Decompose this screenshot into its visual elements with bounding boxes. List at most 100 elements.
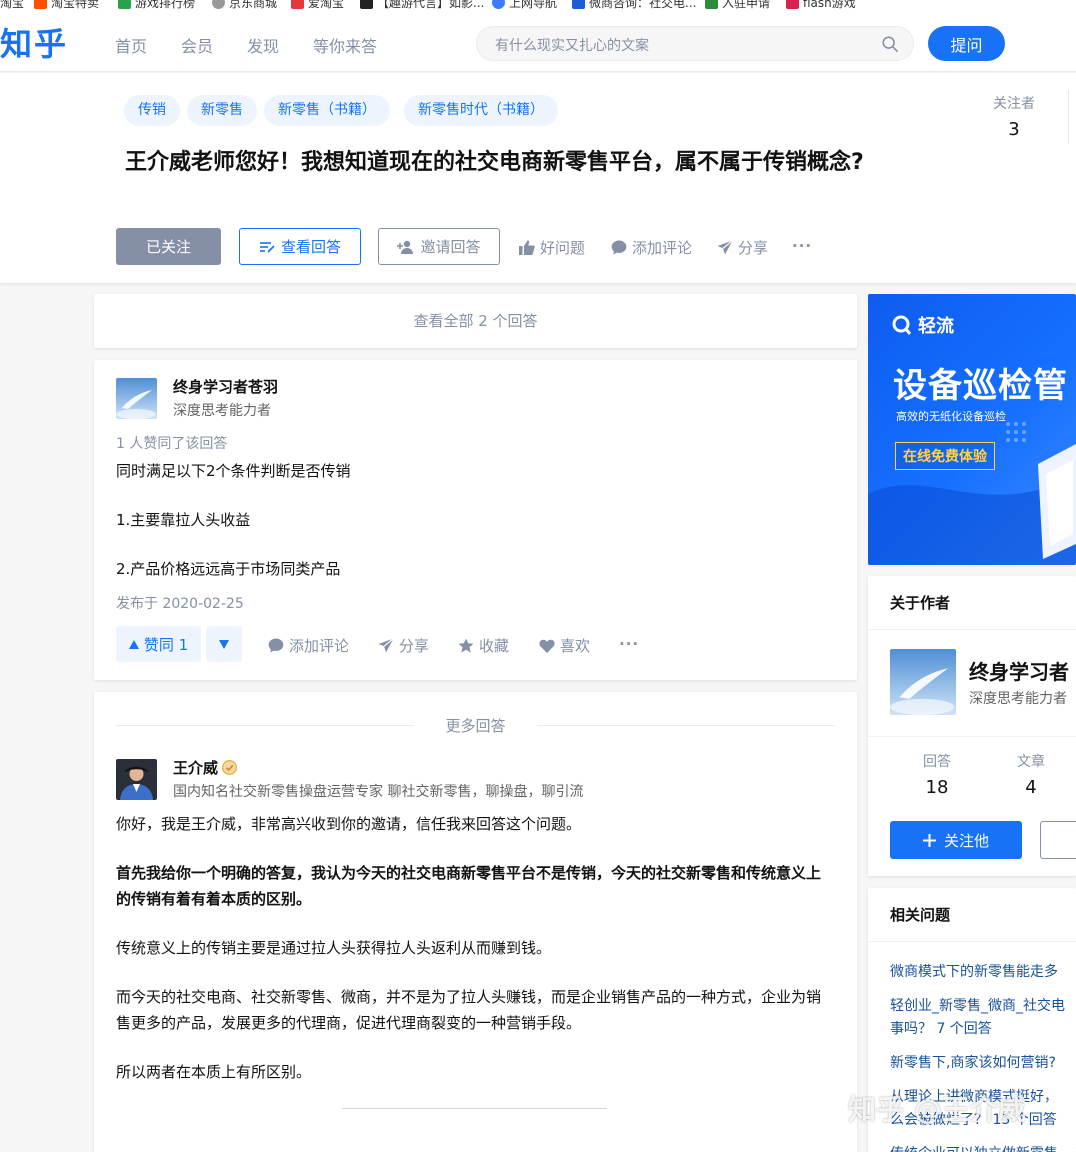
edit-list-icon	[259, 241, 275, 253]
followers-label: 关注者	[993, 96, 1035, 112]
about-author-name[interactable]: 终身学习者	[969, 656, 1069, 685]
ad-title: 设备巡检管	[893, 366, 1068, 406]
apply-icon	[705, 0, 718, 9]
articles-stat[interactable]: 文章 4	[996, 751, 1066, 798]
author-name[interactable]: 终身学习者苍羽	[173, 376, 278, 397]
nav-discover[interactable]: 发现	[247, 33, 279, 57]
divider	[868, 941, 1076, 942]
votes-note[interactable]: 1 人赞同了该回答	[116, 433, 227, 453]
divider	[342, 1108, 607, 1109]
avatar[interactable]	[116, 759, 157, 800]
message-button[interactable]	[1040, 821, 1076, 859]
share-label: 分享	[399, 637, 430, 655]
related-question-link[interactable]: 新零售下,商家该如何营销?	[890, 1052, 1056, 1075]
invite-answer-label: 邀请回答	[420, 238, 481, 256]
related-question-link[interactable]: 微商模式下的新零售能走多	[890, 961, 1058, 984]
like-label: 喜欢	[560, 637, 591, 655]
share-label: 分享	[738, 239, 769, 257]
divider	[868, 629, 1076, 630]
globe-icon	[212, 0, 225, 9]
nav-membership[interactable]: 会员	[181, 33, 213, 57]
bookmark[interactable]: 游戏排行榜	[118, 0, 195, 11]
search-placeholder: 有什么现实又扎心的文案	[495, 38, 649, 54]
answer-paragraph: 首先我给你一个明确的答复，我认为今天的社交电商新零售平台不是传销，今天的社交新零…	[116, 864, 822, 908]
bookmark[interactable]: 上网导航	[492, 0, 557, 11]
answer-paragraph: 而今天的社交电商、社交新零售、微商，并不是为了拉人头赚钱，而是企业销售产品的一种…	[116, 988, 822, 1032]
follow-author-button[interactable]: 关注他	[890, 821, 1022, 859]
author-bio: 国内知名社交新零售操盘运营专家 聊社交新零售，聊操盘，聊引流	[173, 784, 584, 800]
answer-paragraph: 传统意义上的传销主要是通过拉人头获得拉人头返利从而赚到钱。	[116, 939, 552, 957]
search-input[interactable]: 有什么现实又扎心的文案	[476, 26, 914, 61]
bookmark[interactable]: 淘宝特卖	[34, 0, 99, 11]
followed-button[interactable]: 已关注	[116, 228, 221, 265]
answer-share-button[interactable]: 分享	[378, 635, 429, 656]
answers-stat[interactable]: 回答 18	[902, 751, 972, 798]
heart-icon	[539, 639, 555, 653]
related-question-link[interactable]: 事吗？ 7 个回答	[890, 1018, 992, 1041]
articles-label: 文章	[1017, 754, 1045, 770]
collect-button[interactable]: 收藏	[458, 635, 509, 656]
topic-tag[interactable]: 传销	[124, 95, 180, 126]
share-icon	[717, 240, 733, 255]
divider	[1068, 90, 1069, 144]
bookmark[interactable]: 【趣游代言】如影...	[360, 0, 484, 11]
related-question-link[interactable]: 轻创业_新零售_微商_社交电	[890, 995, 1065, 1018]
invite-answer-button[interactable]: 邀请回答	[378, 228, 500, 265]
nav-home[interactable]: 首页	[115, 33, 147, 57]
answer-comment-button[interactable]: 添加评论	[268, 635, 349, 656]
ad-cta-button[interactable]: 在线免费体验	[895, 442, 995, 470]
question-header: 传销 新零售 新零售（书籍） 新零售时代（书籍） 王介威老师您好！我想知道现在的…	[0, 73, 1076, 283]
verified-badge-icon[interactable]	[222, 760, 238, 775]
avatar[interactable]	[890, 649, 956, 715]
bookmark-label: 微商咨询：社交电...	[589, 0, 697, 10]
bookmark-label: 淘宝	[0, 0, 25, 10]
upvote-label: 赞同 1	[143, 635, 189, 654]
aitaobao-icon	[291, 0, 304, 9]
follow-author-label: 关注他	[943, 831, 989, 850]
answer-paragraph: 1.主要靠拉人头收益	[116, 511, 251, 529]
answer-more-button[interactable]: ···	[619, 635, 639, 653]
downvote-button[interactable]	[206, 626, 242, 662]
related-question-link[interactable]: 传统企业可以独立做新零售	[890, 1143, 1058, 1152]
view-answers-button[interactable]: 查看回答	[239, 228, 361, 265]
comment-icon	[611, 240, 627, 255]
zhihu-logo[interactable]: 知乎	[0, 19, 68, 65]
more-options-button[interactable]: ···	[792, 237, 812, 255]
upvote-button[interactable]: 赞同 1	[116, 626, 201, 662]
add-comment-button[interactable]: 添加评论	[611, 237, 692, 258]
topic-tag[interactable]: 新零售	[187, 95, 257, 126]
thumbs-up-icon	[519, 240, 535, 255]
topic-tag[interactable]: 新零售时代（书籍）	[404, 95, 558, 126]
bookmark-label: 京东商城	[229, 0, 278, 10]
search-icon[interactable]	[881, 35, 899, 53]
answers-label: 回答	[923, 754, 951, 770]
bookmark[interactable]: 淘宝	[0, 0, 24, 11]
add-user-icon	[397, 240, 414, 254]
nav-waiting-answers[interactable]: 等你来答	[313, 33, 377, 57]
view-all-answers-link[interactable]: 查看全部 2 个回答	[94, 294, 857, 348]
flash-icon	[786, 0, 799, 9]
like-button[interactable]: 喜欢	[539, 635, 590, 656]
author-bio: 深度思考能力者	[173, 403, 271, 419]
triangle-up-icon	[128, 639, 139, 649]
followers-stat[interactable]: 关注者 3	[984, 93, 1044, 140]
good-question-button[interactable]: 好问题	[519, 237, 585, 258]
top-navigation-bar: 知乎 首页 会员 发现 等你来答 有什么现实又扎心的文案 提问	[0, 13, 1076, 72]
publish-date[interactable]: 发布于 2020-02-25	[116, 593, 244, 613]
ask-question-button[interactable]: 提问	[928, 26, 1005, 61]
feather-sky-avatar-icon	[890, 649, 956, 715]
bookmark[interactable]: 爱淘宝	[291, 0, 344, 11]
bookmark[interactable]: 微商咨询：社交电...	[572, 0, 696, 11]
avatar[interactable]	[116, 378, 157, 419]
bookmark[interactable]: flash游戏	[786, 0, 856, 11]
bookmark[interactable]: 京东商城	[212, 0, 277, 11]
topic-tag[interactable]: 新零售（书籍）	[264, 95, 390, 126]
taobao-icon	[34, 0, 47, 9]
share-button[interactable]: 分享	[717, 237, 768, 258]
bookmark-label: 爱淘宝	[308, 0, 345, 10]
author-name[interactable]: 王介威	[173, 759, 218, 777]
ad-banner[interactable]: 轻流 设备巡检管 高效的无纸化设备巡检 在线免费体验	[868, 294, 1076, 565]
answer-card: 更多回答 王介威 国内知名社交新零售操盘运营专家 聊社交新零售，聊操盘，聊引流 …	[94, 692, 857, 1152]
bookmark[interactable]: 入驻申请	[705, 0, 770, 11]
watermark: 知乎 @王介威	[848, 1093, 1026, 1126]
